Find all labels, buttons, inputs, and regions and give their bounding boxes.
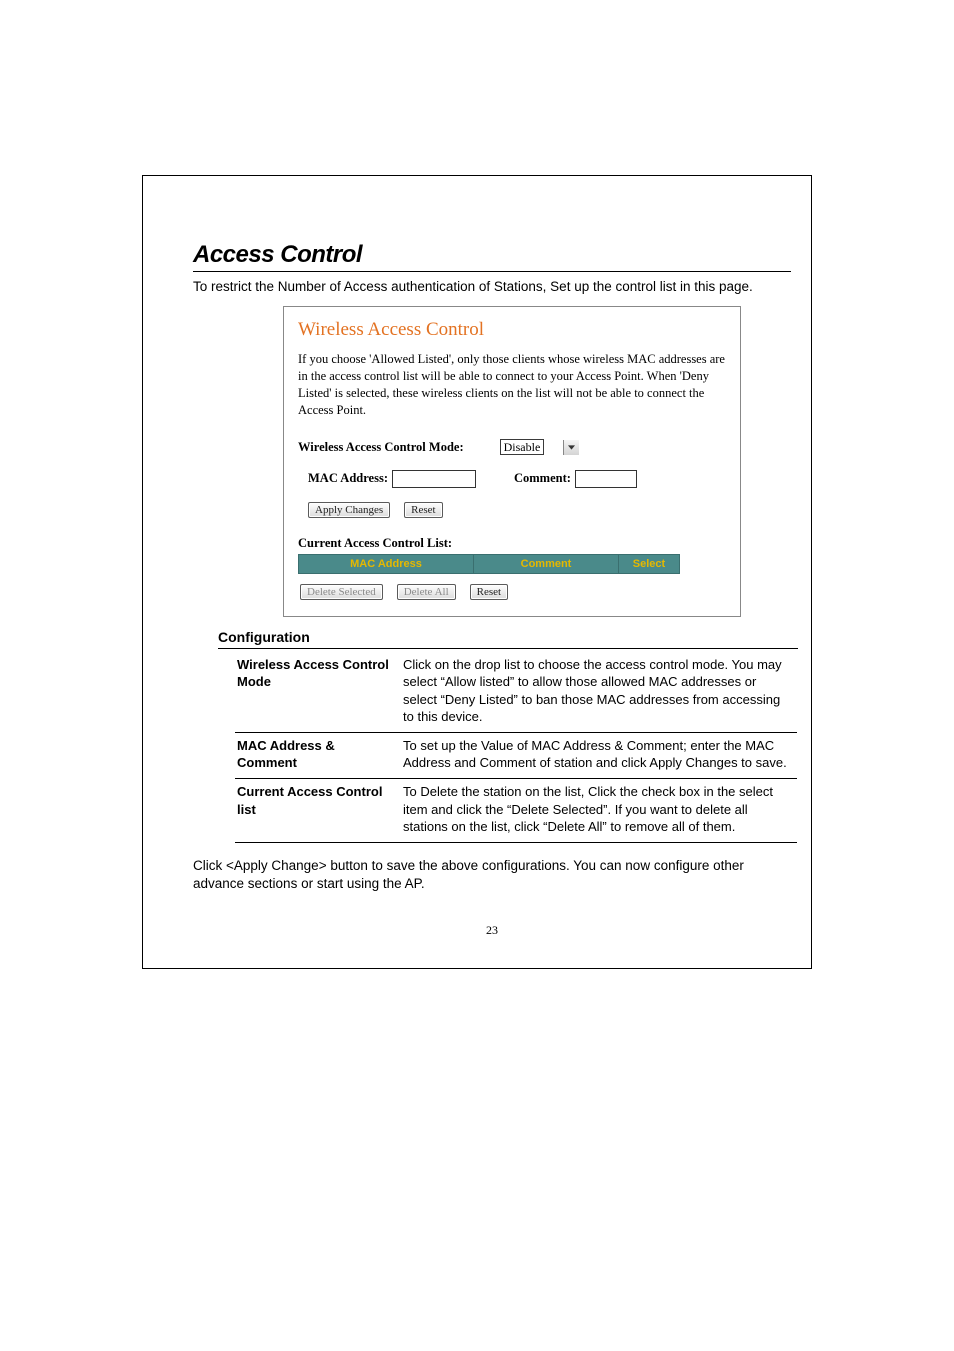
configuration-heading: Configuration	[218, 629, 798, 649]
mac-label: MAC Address:	[308, 471, 388, 486]
table-row: Current Access Control list To Delete th…	[235, 779, 797, 843]
delete-selected-button[interactable]: Delete Selected	[300, 584, 383, 600]
intro-text: To restrict the Number of Access authent…	[193, 278, 791, 296]
reset-button[interactable]: Reset	[404, 502, 442, 518]
acl-col-comment: Comment	[474, 555, 619, 573]
cfg-desc: To Delete the station on the list, Click…	[401, 779, 797, 843]
table-row: MAC Address & Comment To set up the Valu…	[235, 732, 797, 778]
chevron-down-icon	[563, 440, 579, 455]
mode-label: Wireless Access Control Mode:	[298, 440, 464, 455]
mode-select-value: Disable	[500, 439, 545, 455]
mac-comment-row: MAC Address: Comment:	[308, 470, 726, 488]
acl-col-select: Select	[619, 555, 679, 573]
apply-changes-button[interactable]: Apply Changes	[308, 502, 390, 518]
screenshot-description: If you choose 'Allowed Listed', only tho…	[298, 351, 726, 419]
page-title-rule: Access Control	[193, 241, 791, 272]
configuration-table: Wireless Access Control Mode Click on th…	[235, 652, 797, 843]
cfg-label: Wireless Access Control Mode	[235, 652, 401, 733]
cfg-desc: To set up the Value of MAC Address & Com…	[401, 732, 797, 778]
table-row: Wireless Access Control Mode Click on th…	[235, 652, 797, 733]
acl-col-mac: MAC Address	[299, 555, 474, 573]
mode-row: Wireless Access Control Mode: Disable	[298, 439, 726, 456]
acl-table-header: MAC Address Comment Select	[298, 554, 680, 574]
screenshot-title: Wireless Access Control	[298, 319, 726, 341]
mode-select[interactable]: Disable	[500, 439, 580, 456]
page-number: 23	[193, 923, 791, 938]
delete-buttons-row: Delete Selected Delete All Reset	[300, 584, 726, 600]
acl-heading: Current Access Control List:	[298, 536, 726, 551]
page-title: Access Control	[193, 241, 791, 269]
cfg-label: Current Access Control list	[235, 779, 401, 843]
cfg-desc: Click on the drop list to choose the acc…	[401, 652, 797, 733]
mac-address-input[interactable]	[392, 470, 476, 488]
comment-input[interactable]	[575, 470, 637, 488]
delete-all-button[interactable]: Delete All	[397, 584, 456, 600]
router-screenshot-panel: Wireless Access Control If you choose 'A…	[283, 306, 741, 617]
reset-list-button[interactable]: Reset	[470, 584, 508, 600]
comment-label: Comment:	[514, 471, 571, 486]
footer-note: Click <Apply Change> button to save the …	[193, 857, 791, 893]
document-page: Access Control To restrict the Number of…	[142, 175, 812, 969]
cfg-label: MAC Address & Comment	[235, 732, 401, 778]
apply-reset-row: Apply Changes Reset	[308, 502, 726, 518]
